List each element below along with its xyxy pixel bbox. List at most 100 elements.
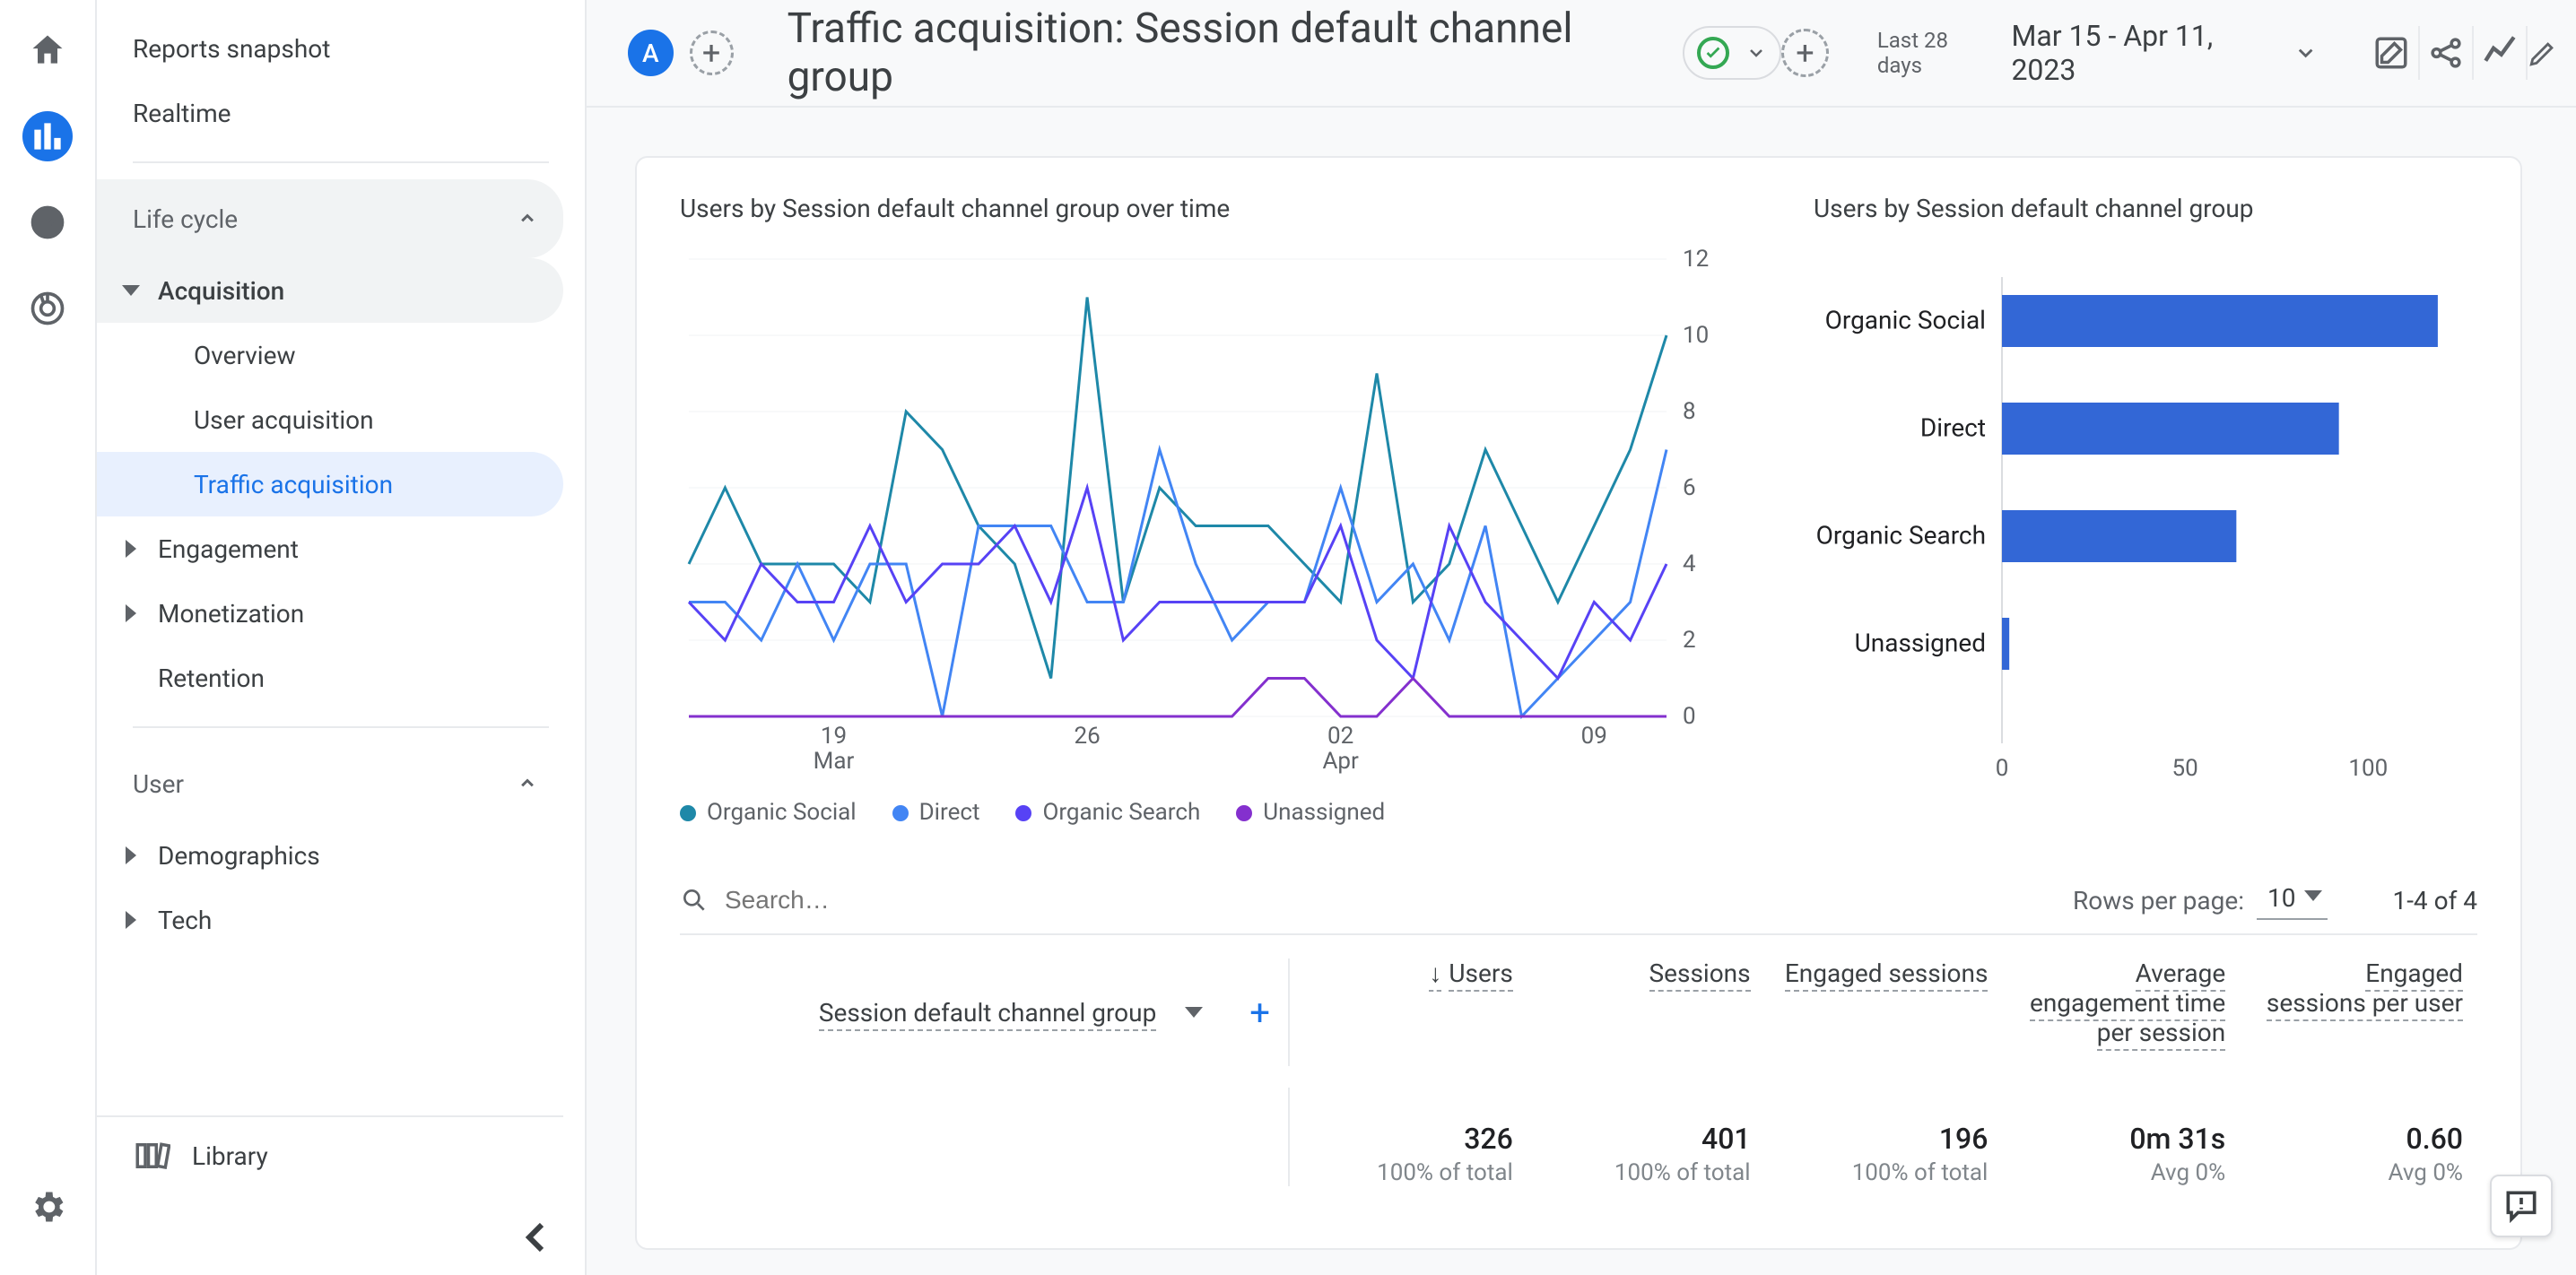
customize-report-icon[interactable] — [2364, 26, 2418, 80]
bar-chart-title: Users by Session default channel group — [1814, 194, 2477, 223]
collapse-sidebar-icon[interactable] — [515, 1216, 558, 1259]
col-espu[interactable]: Engaged sessions per user — [2266, 958, 2463, 1018]
bar-chart: Organic SocialDirectOrganic SearchUnassi… — [1814, 241, 2459, 797]
nav-user-section[interactable]: User — [97, 744, 563, 823]
date-range: Mar 15 - Apr 11, 2023 — [2011, 19, 2276, 87]
reports-icon[interactable] — [22, 111, 73, 161]
caret-right-icon — [126, 911, 136, 929]
label: Retention — [158, 664, 265, 693]
col-sessions[interactable]: Sessions — [1542, 958, 1751, 988]
label: User acquisition — [194, 405, 374, 435]
status-pill[interactable] — [1683, 26, 1781, 80]
legend-item[interactable]: Organic Search — [1015, 799, 1200, 826]
nav-reports-snapshot[interactable]: Reports snapshot — [97, 16, 563, 81]
chevron-down-icon — [1745, 42, 1767, 64]
legend-item[interactable]: Organic Social — [680, 799, 857, 826]
col-users[interactable]: ↓Users — [1304, 958, 1513, 988]
add-filter-button[interactable]: + — [1781, 29, 1829, 77]
audience-chip[interactable]: A — [628, 30, 674, 76]
divider — [133, 726, 549, 728]
chevron-up-icon — [515, 206, 540, 231]
svg-text:Unassigned: Unassigned — [1855, 629, 1986, 658]
col-avg-engagement[interactable]: Average engagement time per session — [2019, 958, 2225, 1047]
legend-item[interactable]: Unassigned — [1236, 799, 1385, 826]
label: User — [133, 769, 184, 799]
chart-legend: Organic Social Direct Organic Search Una… — [680, 799, 1814, 826]
label: Library — [192, 1141, 268, 1171]
date-range-picker[interactable]: Last 28 days Mar 15 - Apr 11, 2023 — [1877, 19, 2318, 87]
svg-text:Direct: Direct — [1920, 413, 1986, 443]
feedback-button[interactable] — [2490, 1175, 2553, 1237]
svg-text:Organic Social: Organic Social — [1825, 306, 1986, 335]
nav-acquisition[interactable]: Acquisition — [97, 258, 563, 323]
search-icon — [680, 886, 709, 915]
svg-text:Apr: Apr — [1322, 748, 1359, 775]
table-header-row: Session default channel group + ↓Users S… — [680, 935, 2477, 1066]
svg-text:6: 6 — [1683, 474, 1696, 501]
total-engaged: 196 — [1780, 1122, 1989, 1156]
page-header: A + Traffic acquisition: Session default… — [587, 0, 2576, 108]
svg-text:26: 26 — [1074, 723, 1100, 750]
svg-text:Mar: Mar — [814, 748, 855, 775]
add-comparison-button[interactable]: + — [690, 30, 734, 75]
nav-user-acquisition[interactable]: User acquisition — [97, 387, 563, 452]
sort-desc-icon: ↓ — [1429, 958, 1441, 992]
nav-traffic-acquisition[interactable]: Traffic acquisition — [97, 452, 563, 516]
header-actions — [2364, 26, 2558, 80]
explore-icon[interactable] — [22, 197, 73, 247]
nav-realtime[interactable]: Realtime — [97, 81, 563, 145]
caret-right-icon — [126, 604, 136, 622]
nav-library[interactable]: Library — [97, 1115, 563, 1194]
home-icon[interactable] — [22, 25, 73, 75]
edit-icon[interactable] — [2526, 26, 2558, 80]
caret-right-icon — [126, 846, 136, 864]
add-dimension-button[interactable]: + — [1249, 992, 1270, 1034]
nav-engagement[interactable]: Engagement — [97, 516, 563, 581]
legend-item[interactable]: Direct — [892, 799, 980, 826]
svg-text:50: 50 — [2172, 755, 2198, 782]
rows-per-page[interactable]: Rows per page: 10 — [2073, 881, 2328, 920]
dot-icon — [680, 805, 696, 821]
page-range: 1-4 of 4 — [2392, 886, 2477, 915]
nav-tech[interactable]: Tech — [97, 888, 563, 952]
advertising-icon[interactable] — [22, 283, 73, 334]
caret-right-icon — [126, 540, 136, 558]
icon-rail — [0, 0, 97, 1275]
dot-icon — [1015, 805, 1031, 821]
dot-icon — [892, 805, 909, 821]
share-icon[interactable] — [2418, 26, 2472, 80]
nav-monetization[interactable]: Monetization — [97, 581, 563, 646]
total-sessions: 401 — [1542, 1122, 1751, 1156]
admin-icon[interactable] — [22, 1182, 73, 1232]
date-sublabel: Last 28 days — [1877, 28, 1996, 78]
insights-icon[interactable] — [2472, 26, 2526, 80]
chevron-down-icon — [2293, 40, 2318, 65]
nav-retention[interactable]: Retention — [97, 646, 563, 710]
svg-text:02: 02 — [1327, 723, 1353, 750]
dot-icon — [1236, 805, 1252, 821]
label: Tech — [158, 906, 212, 935]
label: Rows per page: — [2073, 886, 2244, 915]
caret-right-icon — [122, 285, 140, 296]
line-chart: 02468101219Mar2602Apr09 — [680, 241, 1738, 779]
label: Life cycle — [133, 204, 238, 234]
rows-per-page-select[interactable]: 10 — [2257, 881, 2328, 920]
svg-text:8: 8 — [1683, 398, 1696, 425]
nav-acq-overview[interactable]: Overview — [97, 323, 563, 387]
label: Reports snapshot — [133, 34, 330, 64]
total-users: 326 — [1304, 1122, 1513, 1156]
checkmark-icon — [1697, 37, 1729, 69]
col-engaged-sessions[interactable]: Engaged sessions — [1780, 958, 1989, 988]
search-input[interactable] — [725, 886, 1066, 915]
svg-text:2: 2 — [1683, 627, 1696, 654]
divider — [133, 161, 549, 163]
report-card: Users by Session default channel group o… — [635, 156, 2522, 1250]
label: Acquisition — [158, 276, 284, 306]
nav-demographics[interactable]: Demographics — [97, 823, 563, 888]
chevron-down-icon[interactable] — [1185, 1007, 1203, 1018]
svg-text:10: 10 — [1683, 322, 1709, 349]
nav-life-cycle[interactable]: Life cycle — [97, 179, 563, 258]
dimension-header[interactable]: Session default channel group — [819, 998, 1156, 1028]
label: Monetization — [158, 599, 304, 629]
total-avgeng: 0m 31s — [2016, 1122, 2225, 1156]
